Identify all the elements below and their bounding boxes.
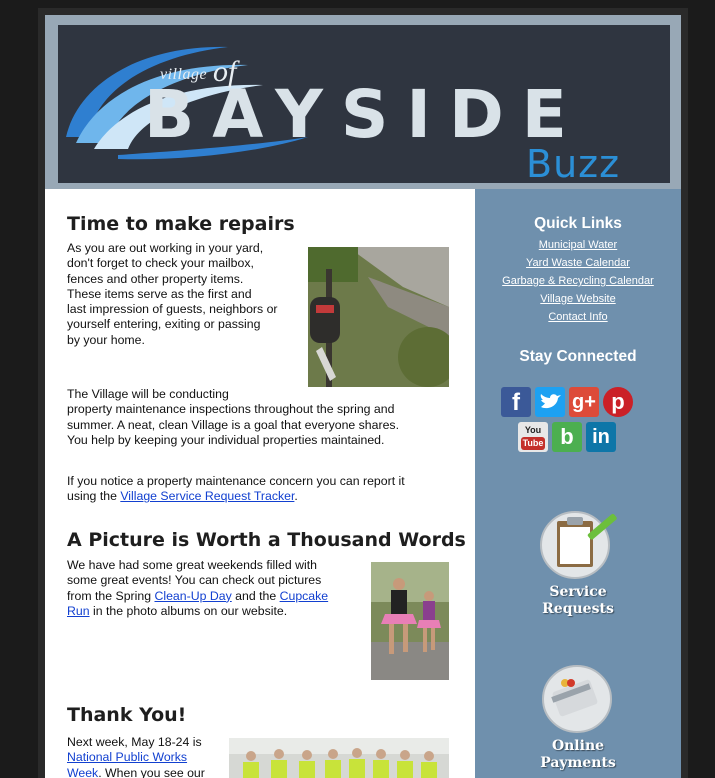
article-repairs-report: If you notice a property maintenance con… [67,474,467,505]
article-repairs-intro: As you are out working in your yard, don… [67,241,317,348]
text-span: in the photo albums on our website. [89,603,288,618]
text-line: If you notice a property maintenance con… [67,474,405,488]
text-line: National Public Works [67,750,242,765]
text-line: last impression of guests, neighbors or [67,302,278,317]
text-line: using the Village Service Request Tracke… [67,489,467,504]
article-pictures-body: We have had some great weekends filled w… [67,558,367,619]
blog-glyph: b [560,424,574,449]
text-span: . [294,489,298,504]
article-repairs-inspections: The Village will be conducting property … [67,387,467,448]
article-title-pictures: A Picture is Worth a Thousand Words [67,529,466,551]
facebook-glyph: f [512,389,520,416]
logo-buzz-text: Buzz [526,142,621,183]
text-span: using the [67,489,121,504]
text-line: We have had some great weekends filled w… [67,558,317,572]
header-banner: village of BAYSIDE Buzz [58,25,670,183]
youtube-tube-glyph: Tube [521,437,545,450]
sidebar: Quick Links Municipal Water Yard Waste C… [475,189,681,778]
yard-waste-calendar-link[interactable]: Yard Waste Calendar [475,257,681,269]
logo-bayside-text: BAYSIDE [144,76,585,153]
quick-links-title: Quick Links [534,215,622,232]
linkedin-glyph: in [592,426,610,448]
article-title-repairs: Time to make repairs [67,213,295,235]
google-plus-glyph: g+ [572,391,596,413]
cupcake-run-link[interactable]: Cupcake [280,589,329,603]
google-plus-icon[interactable]: g+ [569,387,599,417]
village-website-link[interactable]: Village Website [475,293,681,305]
text-line: by your home. [67,332,145,347]
article-title-thank-you: Thank You! [67,704,187,726]
clipboard-icon[interactable] [537,505,621,586]
twitter-icon[interactable] [535,387,565,417]
online-payments-line2: Payments [540,755,616,771]
text-line: summer. A neat, clean Village is a goal … [67,417,399,432]
mailbox-photo [308,247,449,387]
linkedin-icon[interactable]: in [586,422,616,452]
public-works-week-link[interactable]: National Public Works [67,750,187,764]
service-requests-line2: Requests [542,601,614,617]
credit-card-icon[interactable] [539,659,619,740]
youtube-icon[interactable]: You Tube [518,422,548,452]
garbage-recycling-calendar-link[interactable]: Garbage & Recycling Calendar [475,275,681,287]
text-span: . When you see our [98,765,205,778]
contact-info-link[interactable]: Contact Info [475,311,681,323]
text-line: from the Spring Clean-Up Day and the Cup… [67,589,367,604]
public-works-crew-photo [229,738,449,778]
service-requests-label[interactable]: Service Requests [475,584,681,618]
text-line: fences and other property items. [67,271,244,286]
text-line: The Village will be conducting [67,387,229,401]
public-works-week-link-cont[interactable]: Week [67,766,98,778]
article-thank-you-body: Next week, May 18-24 is National Public … [67,735,242,778]
text-line: some great events! You can check out pic… [67,573,322,588]
blog-icon[interactable]: b [552,422,582,452]
text-line: Next week, May 18-24 is [67,735,202,749]
online-payments-line1: Online [551,738,605,754]
text-span: and the [231,588,280,603]
text-line: yourself entering, exiting or passing [67,317,261,332]
facebook-icon[interactable]: f [501,387,531,417]
clean-up-day-link[interactable]: Clean-Up Day [154,589,231,603]
service-request-tracker-link[interactable]: Village Service Request Tracker [120,489,294,503]
newsletter-header: village of BAYSIDE Buzz [45,15,681,189]
text-line: These items serve as the first and [67,286,252,301]
service-requests-line1: Service [549,584,607,600]
pinterest-glyph: p [611,389,625,414]
text-line: property maintenance inspections through… [67,402,395,417]
cupcake-run-photo [371,562,449,680]
cupcake-run-link-cont[interactable]: Run [67,604,90,618]
online-payments-label[interactable]: Online Payments [475,738,681,772]
text-line: Week. When you see our [67,766,242,778]
twitter-bird-glyph [540,394,561,409]
youtube-you-glyph: You [524,425,542,435]
text-line: As you are out working in your yard, [67,241,264,255]
text-line: Run in the photo albums on our website. [67,604,367,619]
stay-connected-title: Stay Connected [519,348,637,365]
text-span: from the Spring [67,588,155,603]
main-content: Time to make repairs As you are out work… [45,189,475,778]
text-line: You help by keeping your individual prop… [67,432,385,447]
text-line: don't forget to check your mailbox, [67,256,254,271]
municipal-water-link[interactable]: Municipal Water [475,239,681,251]
pinterest-icon[interactable]: p [603,387,633,417]
